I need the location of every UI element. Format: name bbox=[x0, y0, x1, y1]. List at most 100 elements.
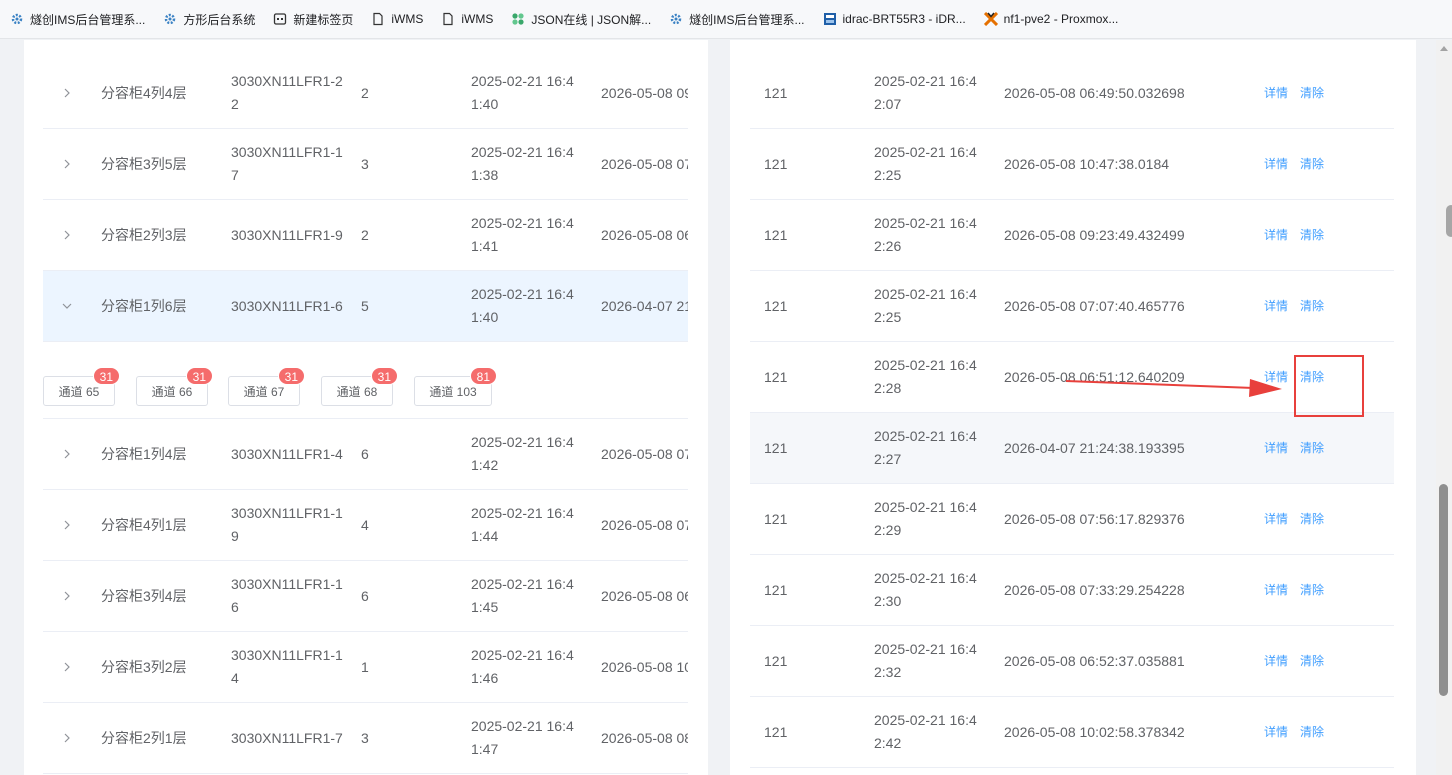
created-time: 2025-02-21 16:41:40 bbox=[471, 286, 574, 325]
record-id: 121 bbox=[764, 226, 788, 243]
created-time: 2025-02-21 16:41:38 bbox=[471, 144, 574, 183]
table-row: 分容柜3列2层 3030XN11LFR1-14 1 2025-02-21 16:41:… bbox=[43, 632, 688, 703]
clear-link[interactable]: 清除 bbox=[1300, 484, 1324, 554]
chevron-right-icon[interactable] bbox=[61, 561, 73, 631]
record-id: 121 bbox=[764, 510, 788, 527]
page-icon bbox=[441, 12, 455, 26]
chevron-right-icon[interactable] bbox=[61, 703, 73, 773]
created-time: 2025-02-21 16:42:25 bbox=[874, 144, 977, 183]
scroll-thumb[interactable] bbox=[1439, 484, 1448, 696]
updated-time: 2026-05-08 10:02:58.378342 bbox=[1004, 723, 1185, 740]
channel-badge: 31 bbox=[185, 367, 213, 385]
table-row: 121 2025-02-21 16:42:27 2026-04-07 21:24:3… bbox=[750, 413, 1394, 484]
cabinet-name: 分容柜4列4层 bbox=[101, 84, 187, 101]
chevron-right-icon[interactable] bbox=[61, 58, 73, 128]
created-time: 2025-02-21 16:42:27 bbox=[874, 428, 977, 467]
proxmox-icon bbox=[983, 12, 998, 26]
table-row: 121 2025-02-21 16:42:25 2026-05-08 10:47:3… bbox=[750, 129, 1394, 200]
detail-link[interactable]: 详情 bbox=[1264, 129, 1288, 199]
updated-time: 2026-05-08 08 bbox=[601, 729, 688, 746]
cabinet-code: 3030XN11LFR1-9 bbox=[231, 226, 343, 243]
channel-button[interactable]: 通道 103 81 bbox=[414, 367, 497, 406]
clear-link[interactable]: 清除 bbox=[1300, 200, 1324, 270]
bookmark-proxmox[interactable]: nf1-pve2 - Proxmox... bbox=[983, 12, 1118, 26]
bookmark-json[interactable]: JSON在线 | JSON解... bbox=[511, 11, 651, 28]
chevron-right-icon[interactable] bbox=[61, 419, 73, 489]
bookmark-new-tab[interactable]: 新建标签页 bbox=[273, 11, 353, 28]
channel-badge: 31 bbox=[92, 367, 120, 385]
channel-label: 通道 103 bbox=[429, 384, 477, 399]
channel-count: 4 bbox=[361, 516, 369, 533]
detail-link[interactable]: 详情 bbox=[1264, 626, 1288, 696]
clear-link[interactable]: 清除 bbox=[1300, 697, 1324, 767]
bookmark-ims-1[interactable]: 燧创IMS后台管理系... bbox=[10, 11, 145, 28]
cabinet-code: 3030XN11LFR1-17 bbox=[231, 144, 343, 183]
detail-link[interactable]: 详情 bbox=[1264, 200, 1288, 270]
created-time: 2025-02-21 16:42:29 bbox=[874, 499, 977, 538]
side-panel-handle[interactable] bbox=[1446, 205, 1452, 237]
bookmark-iwms-2[interactable]: iWMS bbox=[441, 12, 493, 26]
channel-button[interactable]: 通道 66 31 bbox=[136, 367, 213, 406]
cabinet-name: 分容柜3列5层 bbox=[101, 155, 187, 172]
channel-button[interactable]: 通道 65 31 bbox=[43, 367, 120, 406]
table-row: 分容柜2列3层 3030XN11LFR1-9 2 2025-02-21 16:41:4… bbox=[43, 200, 688, 271]
detail-link[interactable]: 详情 bbox=[1264, 555, 1288, 625]
table-row: 121 2025-02-21 16:42:42 2026-05-08 10:02:5… bbox=[750, 697, 1394, 768]
record-id: 121 bbox=[764, 368, 788, 385]
puzzle-icon bbox=[511, 12, 525, 26]
table-row: 121 2025-02-21 16:42:30 2026-05-08 07:33:2… bbox=[750, 555, 1394, 626]
bookmark-ims-2[interactable]: 燧创IMS后台管理系... bbox=[669, 11, 805, 28]
clear-link[interactable]: 清除 bbox=[1300, 555, 1324, 625]
bookmark-label: 方形后台系统 bbox=[183, 12, 256, 27]
bookmark-iwms-1[interactable]: iWMS bbox=[371, 12, 423, 26]
channel-label: 通道 68 bbox=[336, 384, 378, 399]
updated-time: 2026-05-08 07:07:40.465776 bbox=[1004, 297, 1185, 314]
bookmark-idrac[interactable]: idrac-BRT55R3 - iDR... bbox=[823, 12, 966, 26]
updated-time: 2026-05-08 07:33:29.254228 bbox=[1004, 581, 1185, 598]
gear-icon bbox=[10, 12, 24, 26]
cabinet-table: 分容柜4列4层 3030XN11LFR1-22 2 2025-02-21 16:41:… bbox=[43, 58, 688, 774]
clear-link[interactable]: 清除 bbox=[1300, 626, 1324, 696]
detail-link[interactable]: 详情 bbox=[1264, 697, 1288, 767]
chevron-right-icon[interactable] bbox=[61, 129, 73, 199]
clear-link[interactable]: 清除 bbox=[1300, 271, 1324, 341]
chevron-right-icon[interactable] bbox=[61, 490, 73, 560]
detail-link[interactable]: 详情 bbox=[1264, 413, 1288, 483]
created-time: 2025-02-21 16:42:32 bbox=[874, 641, 977, 680]
updated-time: 2026-05-08 07 8 bbox=[601, 516, 688, 533]
chevron-right-icon[interactable] bbox=[61, 632, 73, 702]
clear-link[interactable]: 清除 bbox=[1300, 129, 1324, 199]
channel-badge: 31 bbox=[277, 367, 305, 385]
page-scrollbar[interactable] bbox=[1436, 40, 1452, 775]
chevron-down-icon[interactable] bbox=[61, 271, 73, 341]
scroll-up-arrow-icon[interactable] bbox=[1440, 46, 1448, 51]
channel-button[interactable]: 通道 67 31 bbox=[228, 367, 305, 406]
updated-time: 2026-05-08 07:56:17.829376 bbox=[1004, 510, 1185, 527]
record-id: 121 bbox=[764, 84, 788, 101]
detail-link[interactable]: 详情 bbox=[1264, 484, 1288, 554]
updated-time: 2026-04-07 21 5 bbox=[601, 297, 688, 314]
created-time: 2025-02-21 16:41:41 bbox=[471, 215, 574, 254]
detail-link[interactable]: 详情 bbox=[1264, 271, 1288, 341]
clear-link[interactable]: 清除 bbox=[1300, 58, 1324, 128]
clear-link[interactable]: 清除 bbox=[1300, 413, 1324, 483]
bookmarks-bar: 燧创IMS后台管理系... 方形后台系统 新建标签页 iWMS iWMS JSO… bbox=[0, 0, 1452, 39]
table-row: 分容柜3列4层 3030XN11LFR1-16 6 2025-02-21 16:41:… bbox=[43, 561, 688, 632]
table-row: 分容柜1列6层 3030XN11LFR1-6 5 2025-02-21 16:41:4… bbox=[43, 271, 688, 342]
channel-count: 1 bbox=[361, 658, 369, 675]
gear-icon bbox=[669, 12, 683, 26]
updated-time: 2026-05-08 06 9 bbox=[601, 226, 688, 243]
chevron-right-icon[interactable] bbox=[61, 200, 73, 270]
cabinet-name: 分容柜3列4层 bbox=[101, 587, 187, 604]
bookmark-square-backend[interactable]: 方形后台系统 bbox=[163, 11, 255, 28]
channel-count: 2 bbox=[361, 84, 369, 101]
cabinet-code: 3030XN11LFR1-22 bbox=[231, 73, 343, 112]
channel-button[interactable]: 通道 68 31 bbox=[321, 367, 398, 406]
created-time: 2025-02-21 16:41:46 bbox=[471, 647, 574, 686]
annotation-arrow-icon bbox=[1065, 379, 1282, 397]
cabinet-name: 分容柜2列1层 bbox=[101, 729, 187, 746]
channel-count: 2 bbox=[361, 226, 369, 243]
bookmark-label: 燧创IMS后台管理系... bbox=[30, 12, 146, 27]
created-time: 2025-02-21 16:42:42 bbox=[874, 712, 977, 751]
detail-link[interactable]: 详情 bbox=[1264, 58, 1288, 128]
